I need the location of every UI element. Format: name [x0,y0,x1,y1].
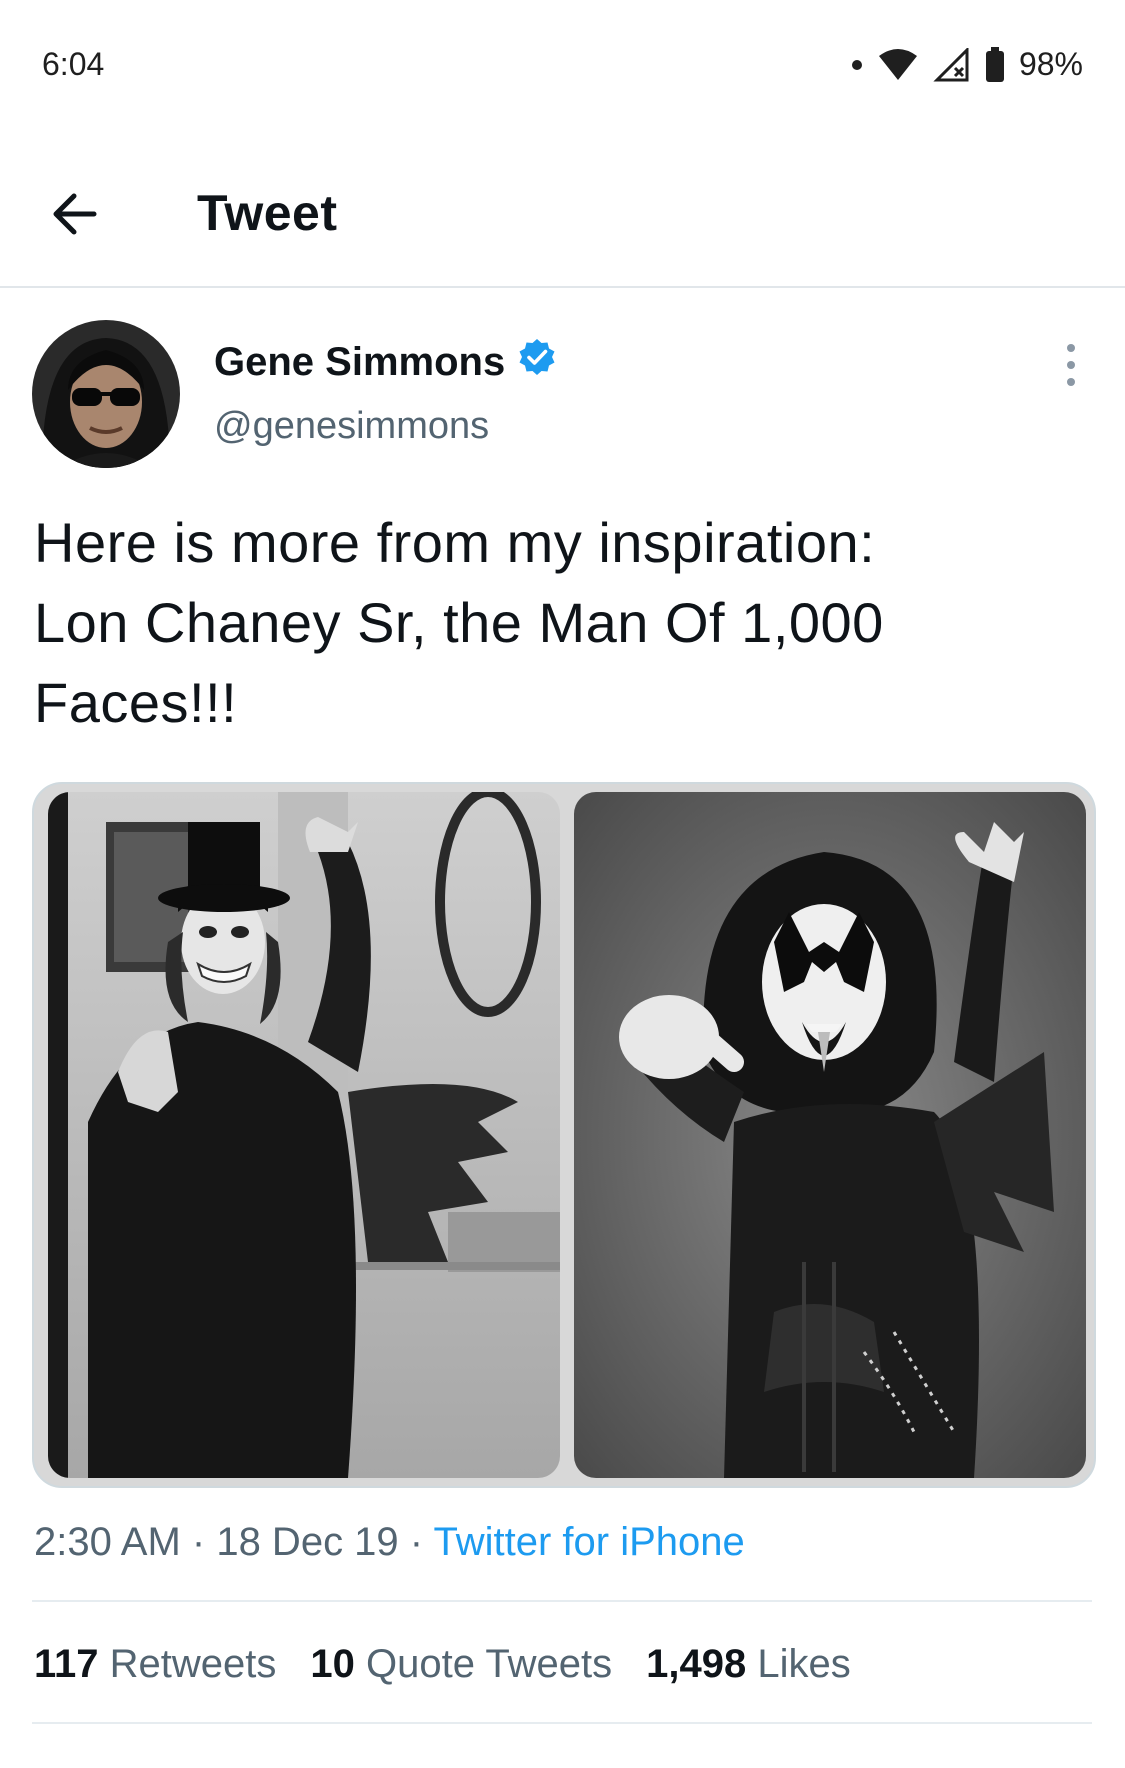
divider [32,1600,1092,1602]
wifi-icon [877,48,919,82]
separator-dot: · [409,1520,434,1564]
tweet-media[interactable] [32,782,1096,1488]
likes-count: 1,498 [646,1642,747,1686]
quote-tweets-label: Quote Tweets [366,1642,613,1686]
tweet-stats: 117 Retweets 10 Quote Tweets 1,498 Likes [34,1642,851,1687]
signal-icon [933,47,971,82]
status-bar: 6:04 98% [0,0,1125,140]
avatar[interactable] [32,320,180,468]
tweet-date: 18 Dec 19 [216,1520,399,1564]
divider [32,1722,1092,1724]
author-handle[interactable]: @genesimmons [214,405,489,448]
quote-tweets-count: 10 [310,1642,355,1686]
more-options-icon[interactable] [1060,342,1082,388]
separator-dot: · [191,1520,217,1564]
media-photo-lon-chaney[interactable] [48,792,560,1478]
media-photo-gene-simmons-kiss[interactable] [574,792,1086,1478]
top-app-bar: Tweet [0,140,1125,288]
battery-percentage: 98% [1018,46,1083,82]
retweets-stat[interactable]: 117 Retweets [34,1642,276,1687]
status-time: 6:04 [42,46,105,82]
tweet-meta: 2:30 AM · 18 Dec 19 · Twitter for iPhone [34,1520,745,1565]
retweets-count: 117 [34,1642,99,1686]
retweets-label: Retweets [109,1642,277,1686]
author-display-name: Gene Simmons [214,339,506,384]
verified-badge-icon [517,337,557,387]
likes-label: Likes [757,1642,851,1686]
page-title: Tweet [197,185,338,241]
tweet-text: Here is more from my inspiration: Lon Ch… [34,511,884,734]
status-icons: 98% [851,46,1083,83]
battery-icon [985,46,1005,83]
tweet-time: 2:30 AM [34,1520,181,1564]
quote-tweets-stat[interactable]: 10 Quote Tweets [310,1642,612,1687]
likes-stat[interactable]: 1,498 Likes [646,1642,851,1687]
back-arrow-icon[interactable] [46,184,106,244]
tweet-source-link[interactable]: Twitter for iPhone [434,1520,745,1564]
notification-dot-icon [851,59,863,71]
author-name[interactable]: Gene Simmons [214,337,557,387]
